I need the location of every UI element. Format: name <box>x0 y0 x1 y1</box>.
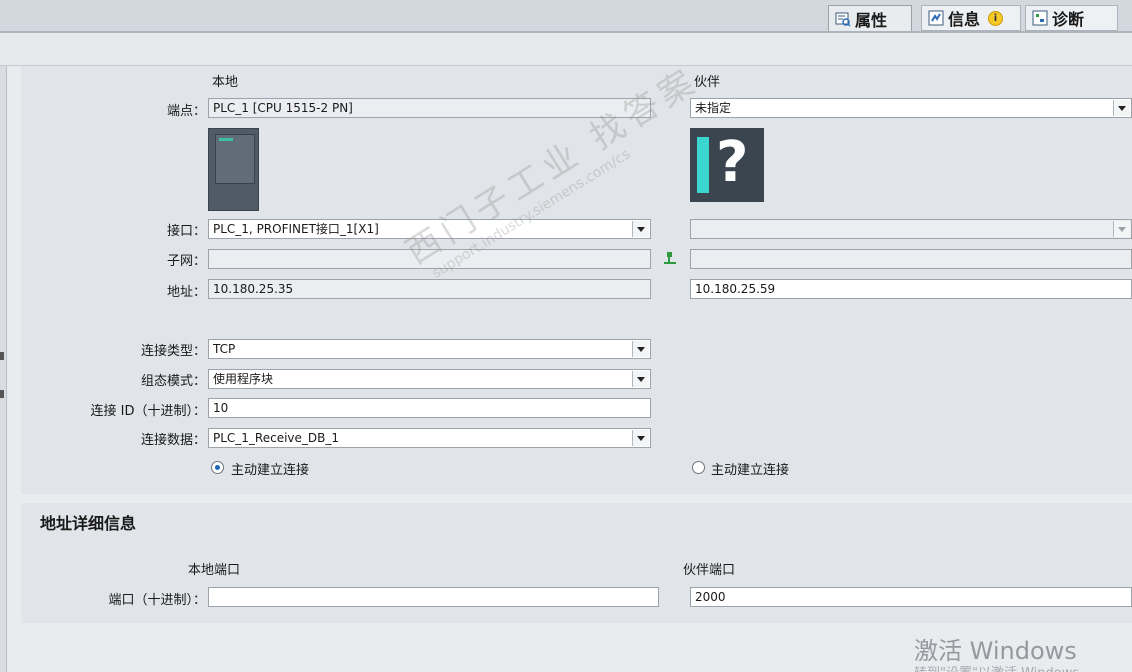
partner-port-input[interactable]: 2000 <box>690 587 1132 607</box>
config-mode-value: 使用程序块 <box>213 372 274 386</box>
interface-local-select[interactable]: PLC_1, PROFINET接口_1[X1] <box>208 219 651 239</box>
partner-active-radio[interactable] <box>692 461 705 474</box>
network-connection-icon <box>664 251 676 265</box>
toolbar-strip <box>0 33 1132 66</box>
info-alert-icon: i <box>988 10 1004 26</box>
connection-type-value: TCP <box>213 342 236 356</box>
local-port-header: 本地端口 <box>188 563 241 578</box>
collapse-handle-icon[interactable] <box>0 352 4 360</box>
local-active-radio[interactable] <box>211 461 224 474</box>
config-mode-label: 组态模式： <box>140 374 206 389</box>
windows-activation-subtitle: 转到"设置"以激活 Windows。 <box>914 662 1092 672</box>
address-partner-input[interactable]: 10.180.25.59 <box>690 279 1132 299</box>
info-icon <box>928 10 944 26</box>
endpoint-label: 端点： <box>166 104 206 119</box>
config-mode-select[interactable]: 使用程序块 <box>208 369 651 389</box>
tab-info-label: 信息 <box>948 10 981 29</box>
connection-type-label: 连接类型： <box>140 344 206 359</box>
subnet-partner-field <box>690 249 1132 269</box>
inspector-tab-bar: 属性 信息 i 诊断 <box>0 0 1132 33</box>
tab-info[interactable]: 信息 i <box>921 5 1021 31</box>
chevron-down-icon[interactable] <box>632 341 649 357</box>
partner-column-header: 伙伴 <box>694 75 721 90</box>
endpoint-partner-value: 未指定 <box>695 101 732 115</box>
address-local-field: 10.180.25.35 <box>208 279 651 299</box>
properties-icon <box>835 11 851 27</box>
left-collapse-rail[interactable] <box>0 66 7 672</box>
tab-properties-label: 属性 <box>855 10 888 30</box>
chevron-down-icon <box>1113 221 1130 237</box>
connection-id-label: 连接 ID（十进制）： <box>90 404 207 419</box>
local-column-header: 本地 <box>212 75 239 90</box>
tab-diagnostics-label: 诊断 <box>1052 10 1085 29</box>
partner-active-label: 主动建立连接 <box>711 463 790 478</box>
local-port-input[interactable] <box>208 587 659 607</box>
connection-id-input[interactable]: 10 <box>208 398 651 418</box>
chevron-down-icon[interactable] <box>632 221 649 237</box>
chevron-down-icon[interactable] <box>632 371 649 387</box>
diagnostics-icon <box>1032 10 1048 26</box>
connection-data-select[interactable]: PLC_1_Receive_DB_1 <box>208 428 651 448</box>
port-label: 端口（十进制）： <box>108 593 206 608</box>
address-label: 地址： <box>166 285 206 300</box>
unknown-partner-icon: ? <box>690 128 764 202</box>
partner-port-header: 伙伴端口 <box>683 563 736 578</box>
interface-local-value: PLC_1, PROFINET接口_1[X1] <box>213 222 379 236</box>
chevron-down-icon[interactable] <box>1113 100 1130 116</box>
endpoint-local-field: PLC_1 [CPU 1515-2 PN] <box>208 98 651 118</box>
address-details-title: 地址详细信息 <box>40 514 137 533</box>
interface-partner-select <box>690 219 1132 239</box>
subnet-local-field <box>208 249 651 269</box>
endpoint-partner-select[interactable]: 未指定 <box>690 98 1132 118</box>
cpu-module-icon <box>208 128 259 211</box>
windows-activation-title: 激活 Windows <box>914 637 1077 665</box>
local-active-label: 主动建立连接 <box>231 463 310 478</box>
expand-handle-icon[interactable] <box>0 390 4 398</box>
connection-data-label: 连接数据： <box>140 433 206 448</box>
connection-data-value: PLC_1_Receive_DB_1 <box>213 431 340 445</box>
tab-diagnostics[interactable]: 诊断 <box>1025 5 1118 31</box>
connection-type-select[interactable]: TCP <box>208 339 651 359</box>
interface-label: 接口： <box>166 224 206 239</box>
chevron-down-icon[interactable] <box>632 430 649 446</box>
subnet-label: 子网： <box>166 254 206 269</box>
tab-properties[interactable]: 属性 <box>828 5 912 31</box>
